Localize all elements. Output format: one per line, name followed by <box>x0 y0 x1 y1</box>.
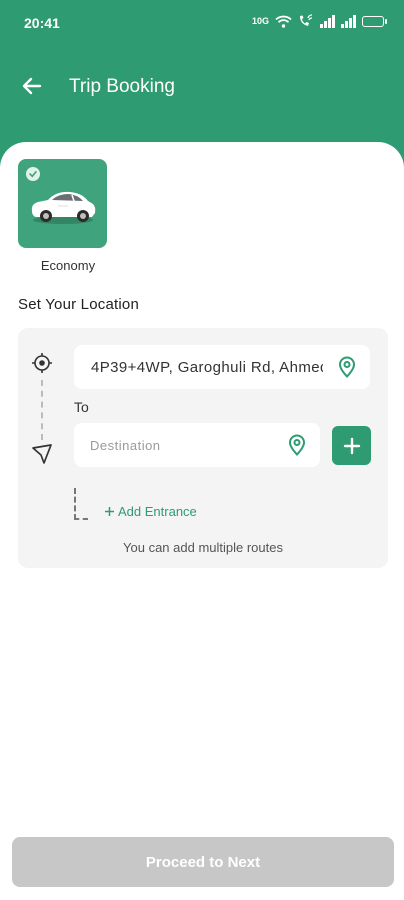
map-pin-icon[interactable] <box>338 356 356 378</box>
destination-field[interactable] <box>74 423 320 467</box>
navigation-arrow-icon <box>32 444 52 464</box>
battery-icon <box>362 15 387 27</box>
status-bar: 20:41 10G <box>0 0 404 46</box>
status-icons: 10G <box>251 14 387 28</box>
back-button[interactable] <box>18 72 46 100</box>
add-entrance-label: Add Entrance <box>118 504 197 519</box>
signal-icon <box>341 14 356 28</box>
signal-icon <box>320 14 335 28</box>
destination-input[interactable] <box>90 435 270 455</box>
proceed-button[interactable]: Proceed to Next <box>12 837 394 887</box>
entrance-connector <box>74 488 88 520</box>
pickup-field[interactable]: 4P39+4WP, Garoghuli Rd, Ahmedabad <box>74 345 370 389</box>
pickup-value: 4P39+4WP, Garoghuli Rd, Ahmedabad <box>91 359 323 376</box>
car-icon <box>31 191 96 224</box>
wifi-icon <box>275 15 292 28</box>
plus-icon <box>105 507 114 516</box>
route-connector <box>41 380 43 440</box>
location-panel: 4P39+4WP, Garoghuli Rd, Ahmedabad To <box>18 328 388 568</box>
section-title: Set Your Location <box>18 296 139 313</box>
wifi-call-icon <box>300 14 313 26</box>
to-label: To <box>74 399 89 415</box>
plus-icon <box>343 437 360 454</box>
status-time: 20:41 <box>24 15 60 31</box>
gps-target-icon <box>32 353 52 373</box>
app-bar: Trip Booking <box>0 62 404 110</box>
arrow-left-icon <box>22 77 42 95</box>
check-icon <box>26 167 40 181</box>
main-sheet: Economy Set Your Location 4P39+4WP, Garo… <box>0 142 404 900</box>
network-speed-icon: 10G <box>251 15 269 26</box>
routes-hint: You can add multiple routes <box>123 540 283 555</box>
add-stop-button[interactable] <box>332 426 371 465</box>
vehicle-label: Economy <box>40 258 96 273</box>
add-entrance-link[interactable]: Add Entrance <box>104 504 197 519</box>
map-pin-icon[interactable] <box>288 434 306 456</box>
vehicle-option-economy[interactable] <box>18 159 107 248</box>
page-title: Trip Booking <box>69 76 175 97</box>
